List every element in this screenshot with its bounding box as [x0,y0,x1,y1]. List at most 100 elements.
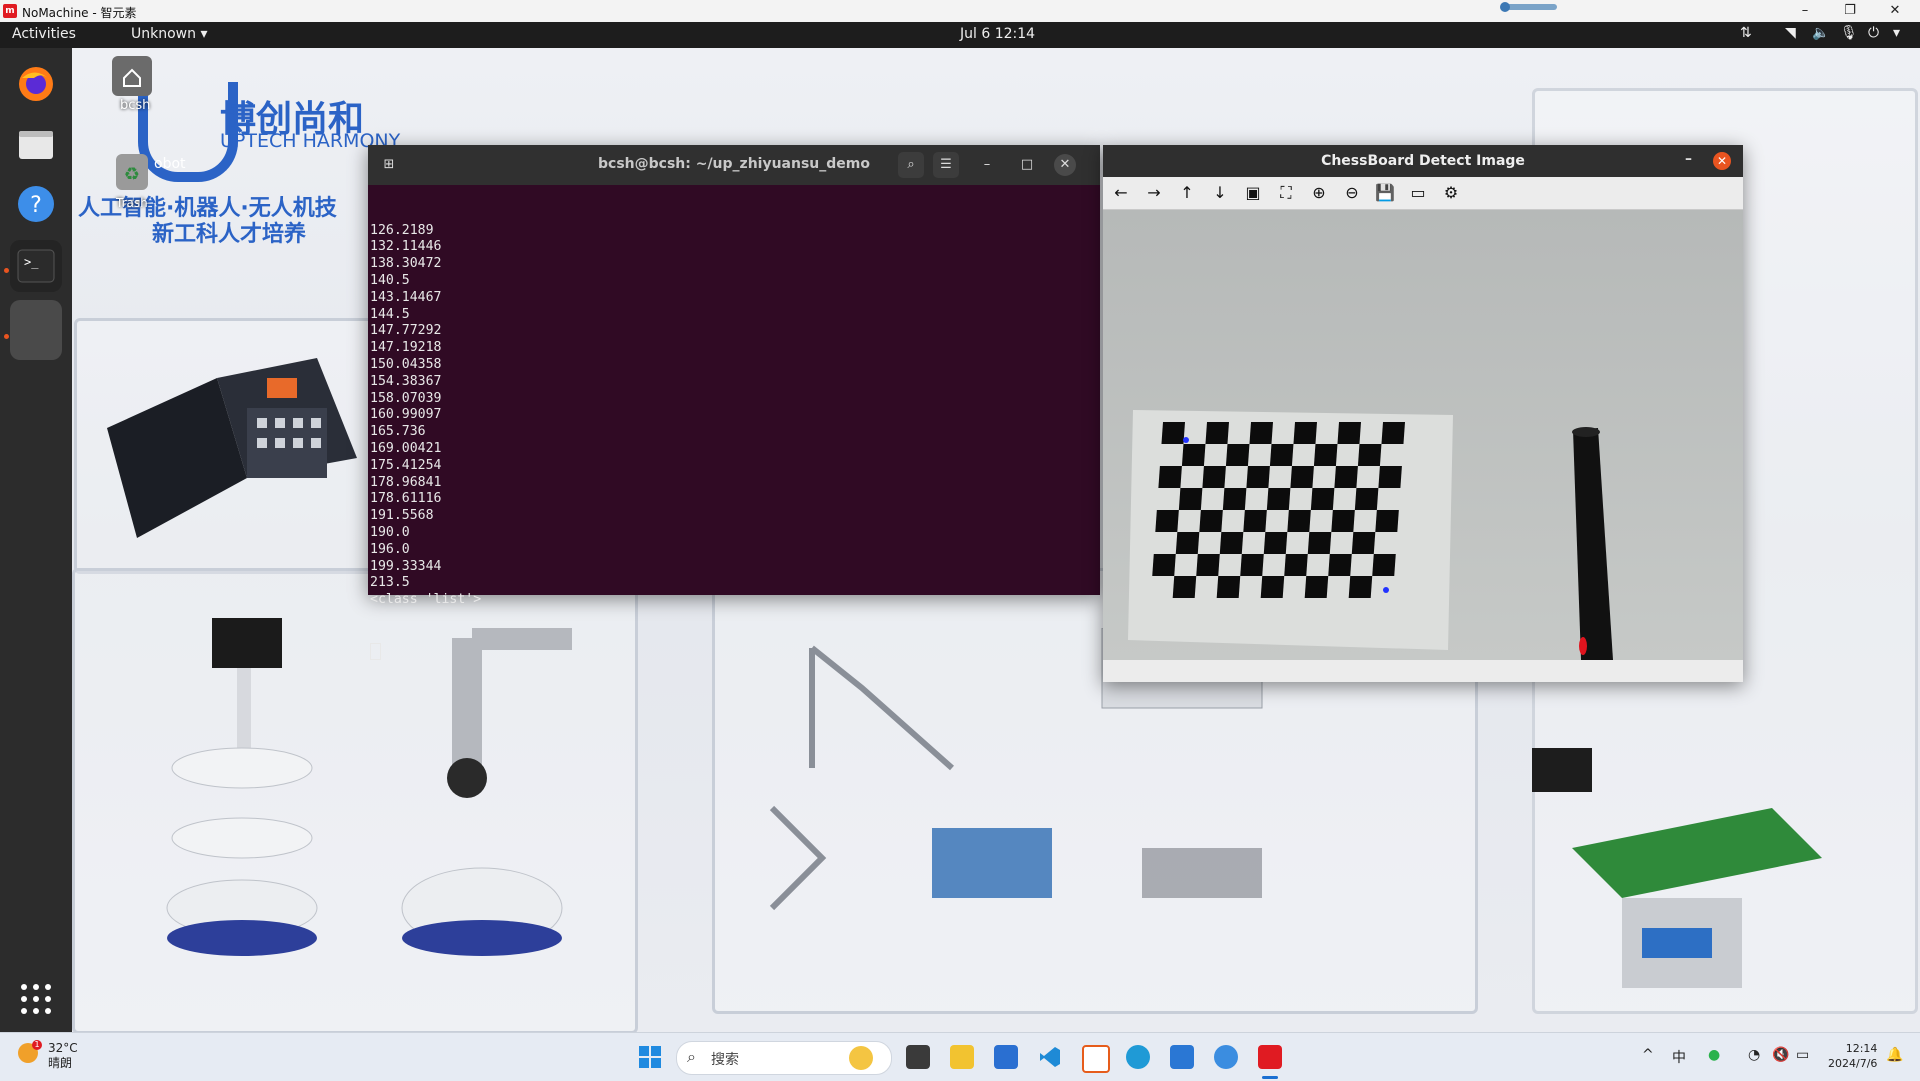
chessboard-square [1328,554,1352,576]
microphone-icon[interactable]: 🎙 [1840,25,1858,41]
search-icon[interactable]: ⌕ [898,152,924,178]
nomachine-slider[interactable] [1500,2,1557,12]
minimize-button[interactable]: – [1685,151,1692,167]
windows-taskbar: 1 32°C 晴朗 ⌕ 搜索 ^ 中 ● ◔ 🔇 ▭ 12:14 2024/7/… [0,1032,1920,1081]
remote-icon[interactable] [1170,1045,1194,1069]
terminal-line: 144.5 [370,306,410,322]
robot-kit-case-image [107,358,357,538]
terminal-line: 160.99097 [370,407,442,423]
lab-equipment-images [769,628,1263,911]
close-button[interactable]: ✕ [1054,154,1076,176]
pan-down-icon[interactable]: ↓ [1208,182,1232,204]
firefox-icon[interactable] [10,58,62,110]
camera-image[interactable] [1103,210,1743,660]
app-tray-icon[interactable]: ● [1708,1047,1720,1063]
chessboard-square [1266,488,1291,510]
chessboard-square [1348,576,1373,598]
start-icon[interactable] [638,1045,662,1069]
volume-mute-icon[interactable]: 🔇 [1772,1047,1789,1063]
battery-icon[interactable]: ▭ [1796,1047,1809,1063]
copy-icon[interactable]: ▭ [1406,182,1430,204]
chessboard-square [1354,488,1379,510]
task-view-icon[interactable] [906,1045,930,1069]
app-menu[interactable]: Unknown ▾ [131,26,207,42]
chessboard-square [1216,576,1241,598]
terminal-line: 175.41254 [370,457,442,473]
slogan-line-2: 新工科人才培养 [152,222,307,247]
file-explorer-icon[interactable] [950,1045,974,1069]
chessboard-square [1313,444,1338,466]
wifi-icon[interactable]: ◔ [1748,1047,1760,1063]
terminal-line: 191.5568 [370,508,434,524]
activities-button[interactable]: Activities [12,26,76,42]
chevron-up-icon[interactable]: ^ [1642,1047,1654,1063]
store-icon[interactable] [994,1045,1018,1069]
home-folder-icon[interactable] [112,56,152,96]
weather-widget[interactable]: 32°C 晴朗 [48,1041,78,1071]
terminal-line: 138.30472 [370,256,442,272]
chessboard-square [1181,444,1206,466]
zoom-original-icon[interactable]: ▣ [1241,182,1265,204]
chessboard-square [1240,554,1264,576]
vscode-icon[interactable] [1038,1045,1062,1069]
active-app-icon[interactable] [10,300,62,360]
network-wired-icon[interactable]: ⇅ [1740,25,1752,41]
gnome-top-bar: Activities Unknown ▾ Jul 6 12:14 ⇅ ◥ 🔈 🎙… [0,22,1920,48]
system-date: 2024/7/6 [1828,1057,1878,1070]
chessboard-square [1196,554,1220,576]
pan-left-icon[interactable]: ← [1109,182,1133,204]
nomachine-icon[interactable] [1258,1045,1282,1069]
clock[interactable]: Jul 6 12:14 [960,26,1035,42]
chessboard-square [1263,532,1288,554]
chessboard-square [1307,532,1332,554]
close-button[interactable]: ✕ [1713,152,1731,170]
trash-icon[interactable]: ♻ [116,154,148,190]
chessboard-square [1205,422,1229,444]
terminal-line: 154.38367 [370,373,442,389]
desktop-icon-label: Trash [116,196,148,210]
terminal-window[interactable]: ⊞ bcsh@bcsh: ~/up_zhiyuansu_demo ⌕ ☰ – □… [368,145,1100,660]
close-button[interactable]: ✕ [1875,1,1915,21]
minimize-button[interactable]: – [974,152,1000,178]
cv-window-title: ChessBoard Detect Image [1321,153,1525,169]
edge-icon[interactable] [1126,1045,1150,1069]
notification-icon[interactable]: 🔔 [1886,1047,1903,1063]
zoom-out-icon[interactable]: ⊖ [1340,182,1364,204]
weather-temp: 32°C [48,1041,78,1055]
properties-icon[interactable]: ⚙ [1439,182,1463,204]
system-clock[interactable]: 12:14 2024/7/6 [1828,1041,1877,1071]
ime-indicator[interactable]: 中 [1672,1047,1686,1067]
chessboard-square [1152,554,1176,576]
pan-up-icon[interactable]: ↑ [1175,182,1199,204]
volume-icon[interactable]: 🔈 [1812,25,1829,41]
terminal-titlebar[interactable]: ⊞ bcsh@bcsh: ~/up_zhiyuansu_demo ⌕ ☰ – □… [368,145,1100,185]
nomachine-titlebar: m NoMachine - 智元素 – ❐ ✕ [0,0,1920,23]
maximize-button[interactable]: □ [1014,152,1040,178]
help-icon[interactable]: ? [10,178,62,230]
menu-icon[interactable]: ☰ [933,152,959,178]
zoom-in-icon[interactable]: ⊕ [1307,182,1331,204]
power-icon[interactable]: ⏻ [1868,25,1879,41]
terminal-output[interactable]: 126.2189 132.11446 138.30472 140.5 143.14467… [370,189,481,696]
restore-button[interactable]: ❐ [1830,1,1870,21]
svg-text:?: ? [30,193,42,218]
search-input[interactable]: ⌕ 搜索 [676,1041,892,1075]
save-icon[interactable]: 💾 [1373,182,1397,204]
nomachine-title: NoMachine - 智元素 [22,6,137,20]
minimize-button[interactable]: – [1785,1,1825,21]
network-app-icon[interactable] [1214,1045,1238,1069]
chessboard-image-window[interactable]: ChessBoard Detect Image – ✕ ← → ↑ ↓ ▣ ⛶ ⊕ ⊖ 💾 ▭ ⚙ [1103,145,1743,682]
office-icon[interactable] [1082,1045,1110,1073]
cv-window-titlebar[interactable]: ChessBoard Detect Image – ✕ [1103,145,1743,177]
show-apps-icon[interactable] [10,973,62,1025]
wifi-icon[interactable]: ◥ [1785,25,1796,41]
search-highlight-icon [849,1046,873,1070]
terminal-line: 178.96841 [370,474,442,490]
weather-desc: 晴朗 [48,1056,73,1070]
terminal-line: 178.61116 [370,491,442,507]
zoom-fit-icon[interactable]: ⛶ [1274,182,1298,204]
pan-right-icon[interactable]: → [1142,182,1166,204]
terminal-icon[interactable]: >_ [10,240,62,292]
chevron-down-icon[interactable]: ▾ [1893,25,1900,41]
files-icon[interactable] [10,118,62,170]
